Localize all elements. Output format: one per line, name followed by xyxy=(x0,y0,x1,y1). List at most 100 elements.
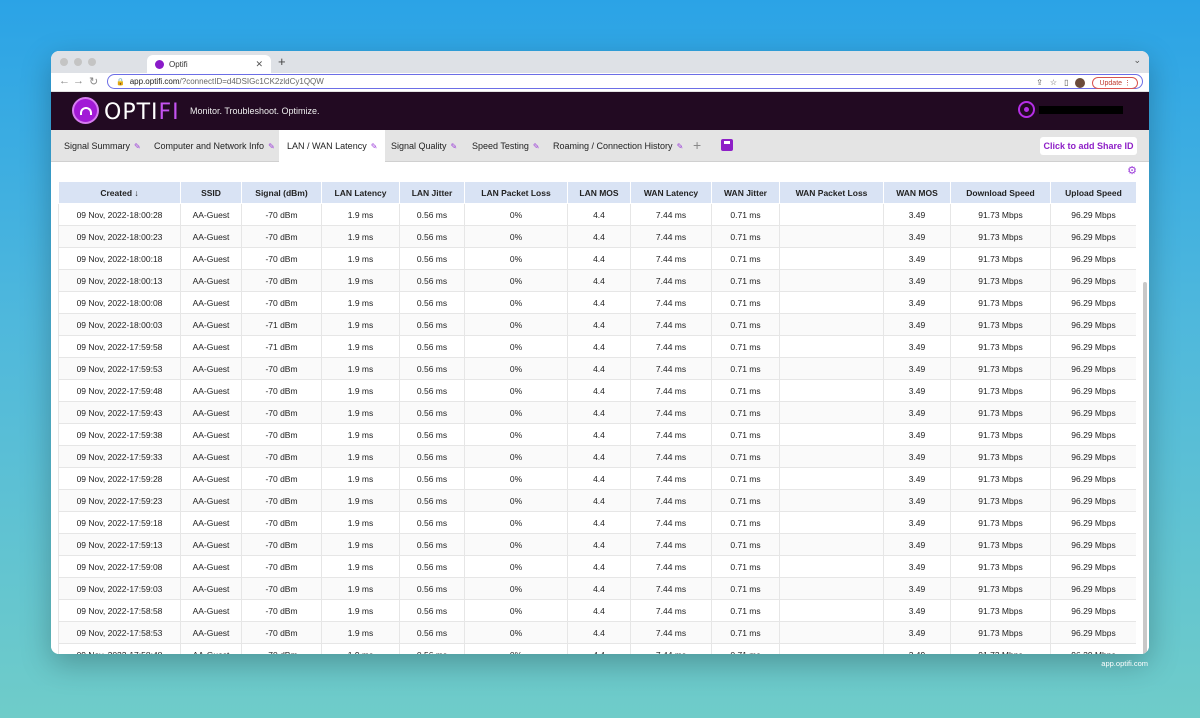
table-cell xyxy=(779,247,884,270)
tab-roaming-history[interactable]: Roaming / Connection History ✎ xyxy=(545,130,691,162)
update-button[interactable]: Update ⋮ xyxy=(1092,76,1138,89)
column-header[interactable]: WAN MOS xyxy=(883,181,951,204)
add-share-id-button[interactable]: Click to add Share ID xyxy=(1040,137,1137,155)
table-row[interactable]: 09 Nov, 2022-18:00:08 AA-Guest -70 dBm 1.9 … xyxy=(58,291,1136,314)
tab-computer-network-info[interactable]: Computer and Network Info ✎ xyxy=(146,130,283,162)
table-cell: 96.29 Mbps xyxy=(1050,357,1136,380)
tab-signal-quality[interactable]: Signal Quality ✎ xyxy=(383,130,465,162)
column-header[interactable]: LAN MOS xyxy=(567,181,631,204)
forward-icon[interactable]: → xyxy=(73,75,84,87)
table-cell: 1.9 ms xyxy=(321,511,400,534)
logo-main: OPTI xyxy=(104,100,159,125)
table-cell: AA-Guest xyxy=(180,533,242,556)
table-cell: 0.56 ms xyxy=(399,401,465,424)
table-row[interactable]: 09 Nov, 2022-18:00:13 AA-Guest -70 dBm 1.9 … xyxy=(58,269,1136,292)
column-header[interactable]: LAN Packet Loss xyxy=(464,181,568,204)
profile-avatar[interactable] xyxy=(1075,77,1086,88)
pencil-icon[interactable]: ✎ xyxy=(677,142,684,151)
column-header[interactable]: LAN Latency xyxy=(321,181,400,204)
close-window-button[interactable] xyxy=(60,58,68,66)
table-cell: 1.9 ms xyxy=(321,555,400,578)
table-cell xyxy=(779,313,884,336)
table-cell xyxy=(779,423,884,446)
tab-lan-wan-latency[interactable]: LAN / WAN Latency ✎ xyxy=(279,130,386,162)
column-header[interactable]: Signal (dBm) xyxy=(241,181,322,204)
table-cell: AA-Guest xyxy=(180,313,242,336)
gear-icon[interactable]: ⚙ xyxy=(1127,164,1137,177)
table-row[interactable]: 09 Nov, 2022-17:59:43 AA-Guest -70 dBm 1.9 … xyxy=(58,401,1136,424)
table-cell: 1.9 ms xyxy=(321,247,400,270)
table-cell: 7.44 ms xyxy=(630,533,712,556)
table-row[interactable]: 09 Nov, 2022-17:59:23 AA-Guest -70 dBm 1.9 … xyxy=(58,489,1136,512)
table-cell xyxy=(779,203,884,226)
reload-icon[interactable]: ↻ xyxy=(89,75,98,88)
user-icon[interactable] xyxy=(1018,101,1035,118)
close-icon[interactable]: ✕ xyxy=(255,59,263,70)
table-cell: -70 dBm xyxy=(241,225,322,248)
table-row[interactable]: 09 Nov, 2022-17:59:28 AA-Guest -70 dBm 1.9 … xyxy=(58,467,1136,490)
table-row[interactable]: 09 Nov, 2022-17:59:18 AA-Guest -70 dBm 1.9 … xyxy=(58,511,1136,534)
column-header[interactable]: LAN Jitter xyxy=(399,181,465,204)
maximize-window-button[interactable] xyxy=(88,58,96,66)
column-header[interactable]: Created ↓ xyxy=(58,181,181,204)
star-icon[interactable]: ☆ xyxy=(1050,78,1057,87)
column-header[interactable]: WAN Latency xyxy=(630,181,712,204)
column-header[interactable]: Upload Speed xyxy=(1050,181,1136,204)
share-icon[interactable]: ⇪ xyxy=(1036,78,1043,87)
table-row[interactable]: 09 Nov, 2022-17:58:58 AA-Guest -70 dBm 1.9 … xyxy=(58,599,1136,622)
table-cell: 0.71 ms xyxy=(711,379,780,402)
chevron-down-icon[interactable]: ⌄ xyxy=(1133,55,1141,66)
table-cell xyxy=(779,489,884,512)
table-cell: -70 dBm xyxy=(241,599,322,622)
logo-text: OPTIFI xyxy=(104,100,180,125)
table-row[interactable]: 09 Nov, 2022-17:58:48AA-Guest-70 dBm1.9 … xyxy=(58,643,1136,654)
table-row[interactable]: 09 Nov, 2022-17:59:48 AA-Guest -70 dBm 1.9 … xyxy=(58,379,1136,402)
table-cell: 3.49 xyxy=(883,401,951,424)
table-row[interactable]: 09 Nov, 2022-17:58:53 AA-Guest -70 dBm 1.9 … xyxy=(58,621,1136,644)
table-row[interactable]: 09 Nov, 2022-18:00:18 AA-Guest -70 dBm 1.9 … xyxy=(58,247,1136,270)
table-row[interactable]: 09 Nov, 2022-17:59:53 AA-Guest -70 dBm 1.9 … xyxy=(58,357,1136,380)
table-cell: -70 dBm xyxy=(241,203,322,226)
table-cell: 1.9 ms xyxy=(321,599,400,622)
sidebar-icon[interactable]: ▯ xyxy=(1064,78,1068,87)
table-row[interactable]: 09 Nov, 2022-18:00:03 AA-Guest -71 dBm 1.9 … xyxy=(58,313,1136,336)
table-cell: 0.71 ms xyxy=(711,445,780,468)
table-cell: 09 Nov, 2022-17:59:13 xyxy=(58,533,181,556)
table-row[interactable]: 09 Nov, 2022-17:59:08 AA-Guest -70 dBm 1.9 … xyxy=(58,555,1136,578)
tab-signal-summary[interactable]: Signal Summary ✎ xyxy=(56,130,149,162)
column-header[interactable]: SSID xyxy=(180,181,242,204)
column-header[interactable]: WAN Jitter xyxy=(711,181,780,204)
new-tab-icon[interactable]: + xyxy=(278,54,286,69)
table-cell: 4.4 xyxy=(567,313,631,336)
table-cell: AA-Guest xyxy=(180,203,242,226)
address-bar[interactable]: 🔒 app.optifi.com/?connectID=d4DSIGc1CK2z… xyxy=(107,74,1143,89)
table-row[interactable]: 09 Nov, 2022-17:59:13 AA-Guest -70 dBm 1.9 … xyxy=(58,533,1136,556)
save-icon[interactable] xyxy=(721,139,733,151)
table-cell: -70 dBm xyxy=(241,269,322,292)
table-cell: 91.73 Mbps xyxy=(950,379,1051,402)
column-header[interactable]: WAN Packet Loss xyxy=(779,181,884,204)
pencil-icon[interactable]: ✎ xyxy=(451,142,458,151)
add-tab-icon[interactable]: + xyxy=(693,137,701,153)
table-row[interactable]: 09 Nov, 2022-17:59:38 AA-Guest -70 dBm 1.9 … xyxy=(58,423,1136,446)
table-cell: 0% xyxy=(464,335,568,358)
table-row[interactable]: 09 Nov, 2022-18:00:23 AA-Guest -70 dBm 1.9 … xyxy=(58,225,1136,248)
table-cell: 91.73 Mbps xyxy=(950,555,1051,578)
pencil-icon[interactable]: ✎ xyxy=(371,142,378,151)
table-row[interactable]: 09 Nov, 2022-17:59:03 AA-Guest -70 dBm 1.9 … xyxy=(58,577,1136,600)
pencil-icon[interactable]: ✎ xyxy=(134,142,141,151)
pencil-icon[interactable]: ✎ xyxy=(533,142,540,151)
url-host: app.optifi.com xyxy=(129,77,180,86)
table-row[interactable]: 09 Nov, 2022-17:59:33 AA-Guest -70 dBm 1.9 … xyxy=(58,445,1136,468)
back-icon[interactable]: ← xyxy=(59,75,70,87)
column-header[interactable]: Download Speed xyxy=(950,181,1051,204)
table-row[interactable]: 09 Nov, 2022-18:00:28 AA-Guest -70 dBm 1.9 … xyxy=(58,203,1136,226)
pencil-icon[interactable]: ✎ xyxy=(268,142,275,151)
table-row[interactable]: 09 Nov, 2022-17:59:58 AA-Guest -71 dBm 1.9 … xyxy=(58,335,1136,358)
minimize-window-button[interactable] xyxy=(74,58,82,66)
browser-tab[interactable]: Optifi ✕ xyxy=(147,55,271,73)
scrollbar[interactable] xyxy=(1143,282,1147,654)
table-cell: 3.49 xyxy=(883,555,951,578)
tab-speed-testing[interactable]: Speed Testing ✎ xyxy=(464,130,548,162)
table-cell: 0.56 ms xyxy=(399,555,465,578)
